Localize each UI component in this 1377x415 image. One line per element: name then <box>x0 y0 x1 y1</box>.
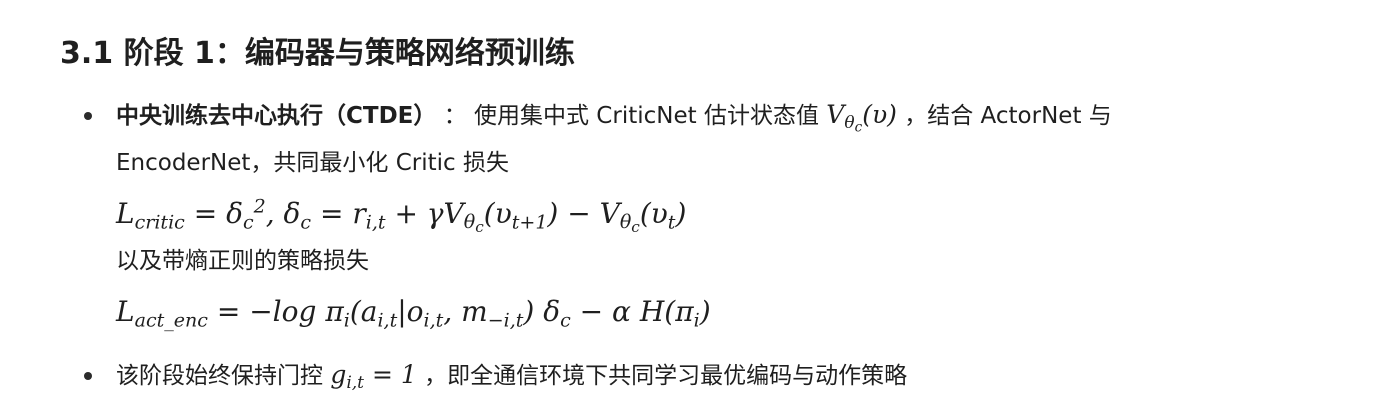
critic-loss-formula: Lcritic = δc2, δc = ri,t + γVθc(υt+1) − … <box>116 195 687 237</box>
policy-loss-formula: Lact_enc = −log πi(ai,t|oi,t, m−i,t) δc … <box>116 295 711 332</box>
ctde-label: 中央训练去中心执行（CTDE） <box>116 103 437 129</box>
ctde-line-2: EncoderNet，共同最小化 Critic 损失 <box>116 145 509 181</box>
gate-line: 该阶段始终保持门控 gi,t = 1 ，即全通信环境下共同学习最优编码与动作策略 <box>116 357 907 394</box>
bullet-dot <box>84 372 92 380</box>
value-formula: Vθc(υ) <box>826 100 897 136</box>
ctde-text-d: 以及带熵正则的策略损失 <box>116 248 369 274</box>
ctde-text-c: EncoderNet，共同最小化 Critic 损失 <box>116 150 509 176</box>
ctde-line-1: 中央训练去中心执行（CTDE） ： 使用集中式 CriticNet 估计状态值 … <box>116 97 1112 134</box>
bullet-dot <box>84 112 92 120</box>
ctde-text-b: ，结合 ActorNet 与 <box>904 103 1112 129</box>
ctde-line-3: 以及带熵正则的策略损失 <box>116 243 369 279</box>
gate-formula: gi,t = 1 <box>330 360 417 393</box>
content-list: 中央训练去中心执行（CTDE） ： 使用集中式 CriticNet 估计状态值 … <box>0 0 1377 415</box>
label-separator: ： <box>443 103 467 129</box>
gate-text-a: 该阶段始终保持门控 <box>116 363 323 389</box>
ctde-text-a: 使用集中式 CriticNet 估计状态值 <box>474 103 819 129</box>
gate-text-b: ，即全通信环境下共同学习最优编码与动作策略 <box>424 363 908 389</box>
